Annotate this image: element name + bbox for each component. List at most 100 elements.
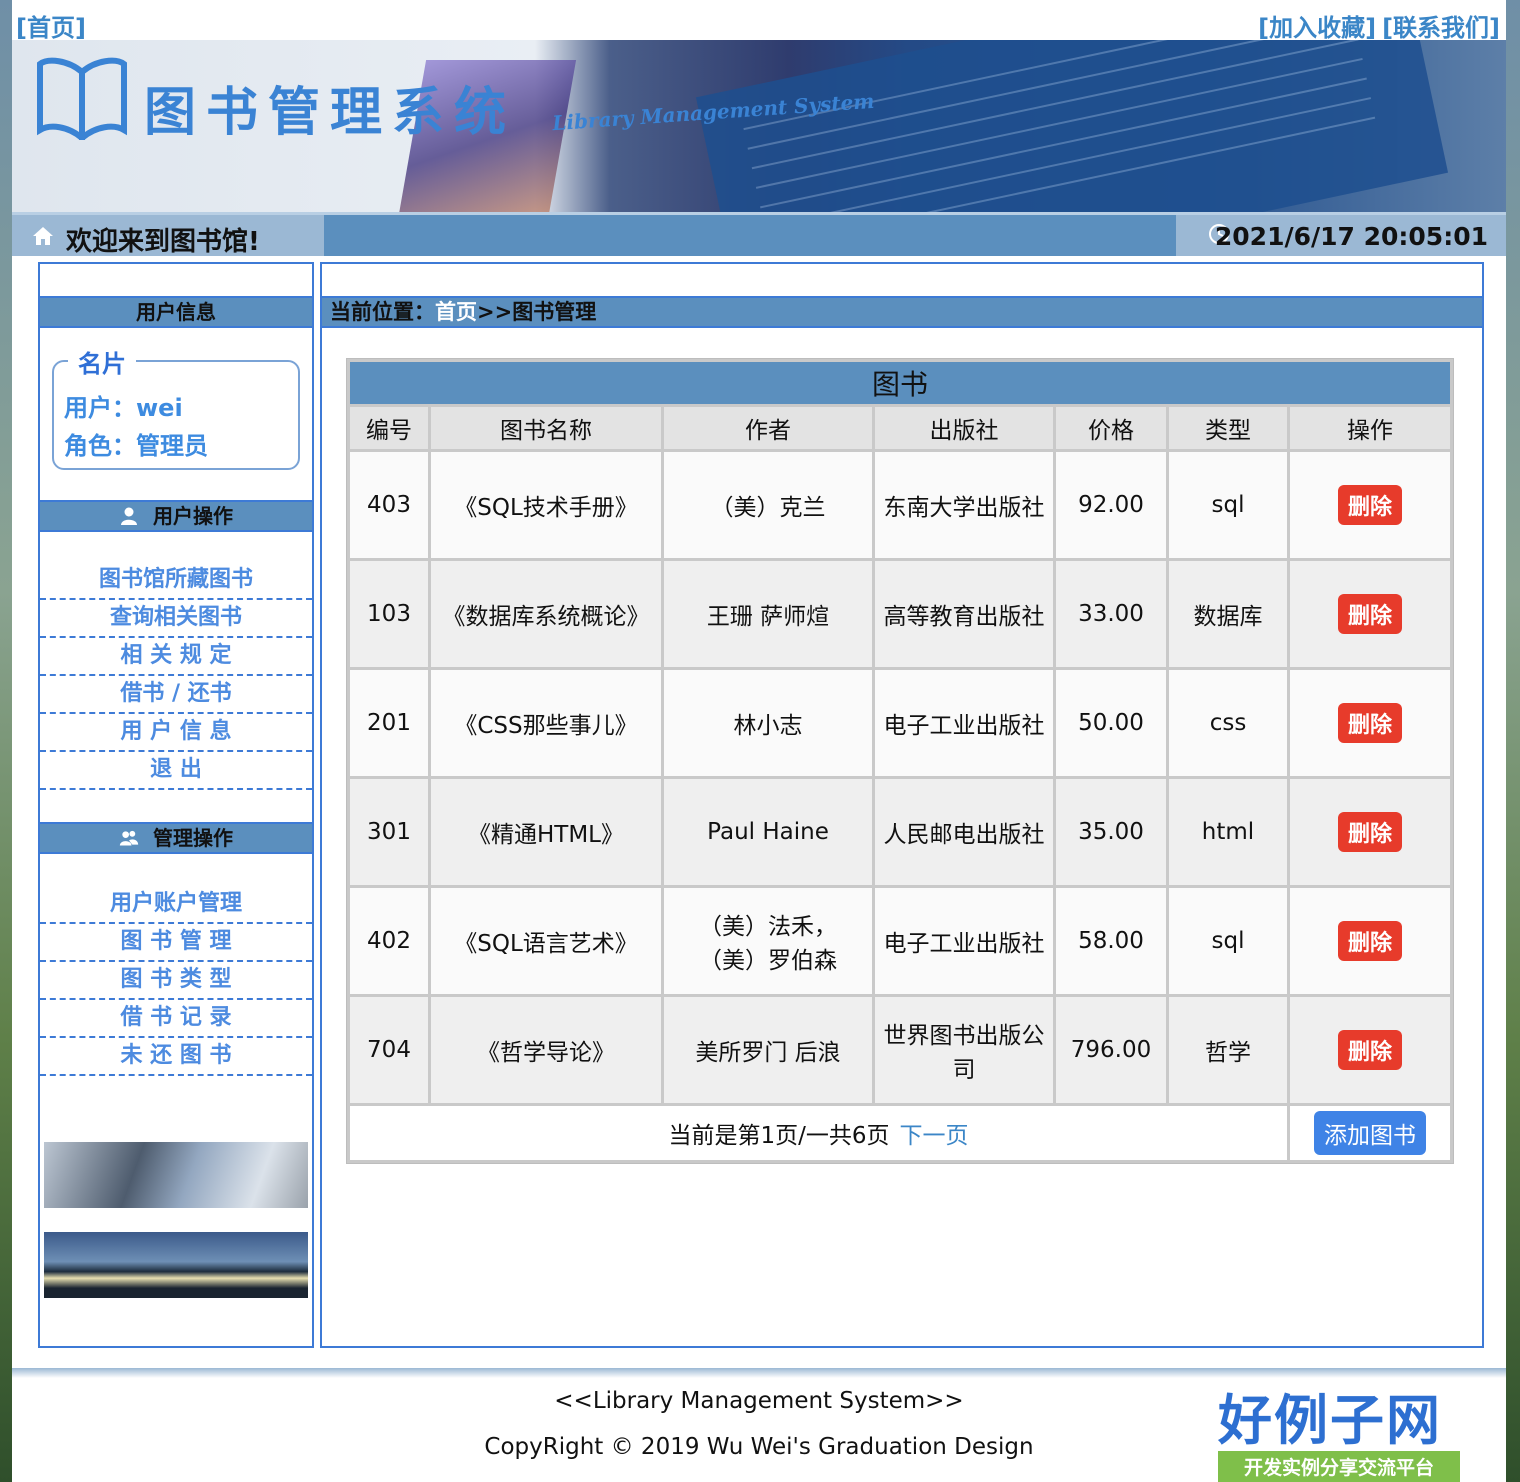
add-favorite-link[interactable]: [加入收藏] <box>1258 14 1376 42</box>
nav-account-management[interactable]: 用户账户管理 <box>40 886 312 924</box>
delete-button[interactable]: 删除 <box>1337 485 1402 525</box>
cell-publisher: 世界图书出版公司 <box>875 997 1053 1103</box>
cell-action: 删除 <box>1290 779 1450 885</box>
admin-ops-list: 用户账户管理 图 书 管 理 图 书 类 型 借 书 记 录 未 还 图 书 <box>40 886 312 1076</box>
user-ops-title: 用户操作 <box>153 504 233 528</box>
delete-button[interactable]: 删除 <box>1337 921 1402 961</box>
card-legend: 名片 <box>68 344 136 379</box>
breadcrumb-current: >>图书管理 <box>477 300 597 324</box>
cell-action: 删除 <box>1290 561 1450 667</box>
table-row: 402 《SQL语言艺术》 （美）法禾，（美）罗伯森 电子工业出版社 58.00… <box>350 888 1450 994</box>
nav-search-books[interactable]: 查询相关图书 <box>40 600 312 638</box>
watermark-logo: 好例子网 开发实例分享交流平台 <box>1218 1376 1468 1482</box>
banner-title-cn: 图书管理系统 <box>144 82 517 143</box>
table-row: 201 《CSS那些事儿》 林小志 电子工业出版社 50.00 css 删除 <box>350 670 1450 776</box>
cell-publisher: 人民邮电出版社 <box>875 779 1053 885</box>
house-icon <box>33 227 53 245</box>
contact-us-link[interactable]: [联系我们] <box>1382 14 1500 42</box>
header-banner: 图书管理系统 Library Management System <box>12 40 1506 212</box>
nav-logout[interactable]: 退 出 <box>40 752 312 790</box>
pager-row: 当前是第1页/一共6页 下一页 添加图书 <box>350 1106 1450 1160</box>
delete-button[interactable]: 删除 <box>1337 703 1402 743</box>
top-right-links: [加入收藏] [联系我们] <box>1252 8 1500 43</box>
nav-unreturned-books[interactable]: 未 还 图 书 <box>40 1038 312 1076</box>
col-header-author: 作者 <box>664 407 872 449</box>
cell-price: 796.00 <box>1056 997 1166 1103</box>
welcome-bar: 欢迎来到图书馆! 2021/6/17 20:05:01 <box>12 212 1506 257</box>
table-row: 301 《精通HTML》 Paul Haine 人民邮电出版社 35.00 ht… <box>350 779 1450 885</box>
cell-price: 35.00 <box>1056 779 1166 885</box>
cell-publisher: 东南大学出版社 <box>875 452 1053 558</box>
col-header-price: 价格 <box>1056 407 1166 449</box>
sidebar-thumbnail-building <box>44 1232 308 1298</box>
cell-author: 王珊 萨师煊 <box>664 561 872 667</box>
admin-ops-header: 管理操作 <box>40 822 312 854</box>
col-header-name: 图书名称 <box>431 407 661 449</box>
breadcrumb: 当前位置：首页>>图书管理 <box>322 296 1482 328</box>
pager-cell: 当前是第1页/一共6页 下一页 <box>350 1106 1287 1160</box>
cell-name: 《SQL语言艺术》 <box>431 888 661 994</box>
user-icon <box>121 507 137 525</box>
cell-id: 301 <box>350 779 428 885</box>
cell-type: html <box>1169 779 1287 885</box>
cell-name: 《SQL技术手册》 <box>431 452 661 558</box>
user-ops-header: 用户操作 <box>40 500 312 532</box>
cell-type: 数据库 <box>1169 561 1287 667</box>
nav-borrow-records[interactable]: 借 书 记 录 <box>40 1000 312 1038</box>
delete-button[interactable]: 删除 <box>1337 812 1402 852</box>
user-info-header: 用户信息 <box>40 296 312 328</box>
col-header-type: 类型 <box>1169 407 1287 449</box>
user-info-title: 用户信息 <box>136 300 216 324</box>
cell-price: 33.00 <box>1056 561 1166 667</box>
left-sidebar: 用户信息 名片 用户：wei 角色：管理员 用户操作 图书馆所藏图书 查询相关图… <box>38 262 314 1348</box>
col-header-id: 编号 <box>350 407 428 449</box>
admin-ops-title: 管理操作 <box>153 826 233 850</box>
cell-id: 402 <box>350 888 428 994</box>
main-panel: 当前位置：首页>>图书管理 图书 编号 图书名称 作者 出版社 价格 类型 操作… <box>320 262 1484 1348</box>
nav-user-info[interactable]: 用 户 信 息 <box>40 714 312 752</box>
nav-borrow-return[interactable]: 借书 / 还书 <box>40 676 312 714</box>
cell-name: 《数据库系统概论》 <box>431 561 661 667</box>
nav-rules[interactable]: 相 关 规 定 <box>40 638 312 676</box>
home-link[interactable]: [首页] <box>16 8 86 43</box>
card-user-line: 用户：wei <box>64 394 183 422</box>
cell-type: css <box>1169 670 1287 776</box>
cell-author: 林小志 <box>664 670 872 776</box>
breadcrumb-home-link[interactable]: 首页 <box>435 300 477 324</box>
cell-author: （美）克兰 <box>664 452 872 558</box>
cell-author: Paul Haine <box>664 779 872 885</box>
cell-type: sql <box>1169 452 1287 558</box>
table-row: 704 《哲学导论》 美所罗门 后浪 世界图书出版公司 796.00 哲学 删除 <box>350 997 1450 1103</box>
cell-id: 201 <box>350 670 428 776</box>
welcome-message: 欢迎来到图书馆! <box>66 227 260 257</box>
cell-publisher: 高等教育出版社 <box>875 561 1053 667</box>
table-header-row: 编号 图书名称 作者 出版社 价格 类型 操作 <box>350 407 1450 449</box>
nav-book-types[interactable]: 图 书 类 型 <box>40 962 312 1000</box>
cell-price: 92.00 <box>1056 452 1166 558</box>
card-role-line: 角色：管理员 <box>64 432 208 460</box>
cell-action: 删除 <box>1290 888 1450 994</box>
cell-name: 《精通HTML》 <box>431 779 661 885</box>
delete-button[interactable]: 删除 <box>1337 1030 1402 1070</box>
delete-button[interactable]: 删除 <box>1337 594 1402 634</box>
nav-book-management[interactable]: 图 书 管 理 <box>40 924 312 962</box>
cell-publisher: 电子工业出版社 <box>875 670 1053 776</box>
cell-action: 删除 <box>1290 670 1450 776</box>
nav-library-books[interactable]: 图书馆所藏图书 <box>40 562 312 600</box>
table-row: 403 《SQL技术手册》 （美）克兰 东南大学出版社 92.00 sql 删除 <box>350 452 1450 558</box>
cell-action: 删除 <box>1290 997 1450 1103</box>
books-table: 图书 编号 图书名称 作者 出版社 价格 类型 操作 403 《SQL技术手册》… <box>346 358 1454 1164</box>
top-link-bar: [首页] [加入收藏] [联系我们] <box>12 0 1506 43</box>
col-header-action: 操作 <box>1290 407 1450 449</box>
user-ops-list: 图书馆所藏图书 查询相关图书 相 关 规 定 借书 / 还书 用 户 信 息 退… <box>40 562 312 790</box>
cell-price: 58.00 <box>1056 888 1166 994</box>
next-page-link[interactable]: 下一页 <box>900 1123 969 1149</box>
cell-name: 《哲学导论》 <box>431 997 661 1103</box>
cell-id: 103 <box>350 561 428 667</box>
cell-id: 704 <box>350 997 428 1103</box>
table-row: 103 《数据库系统概论》 王珊 萨师煊 高等教育出版社 33.00 数据库 删… <box>350 561 1450 667</box>
user-card: 名片 用户：wei 角色：管理员 <box>52 344 300 470</box>
add-book-button[interactable]: 添加图书 <box>1314 1111 1426 1155</box>
watermark-logo-text: 好例子网 <box>1218 1388 1442 1452</box>
cell-type: 哲学 <box>1169 997 1287 1103</box>
